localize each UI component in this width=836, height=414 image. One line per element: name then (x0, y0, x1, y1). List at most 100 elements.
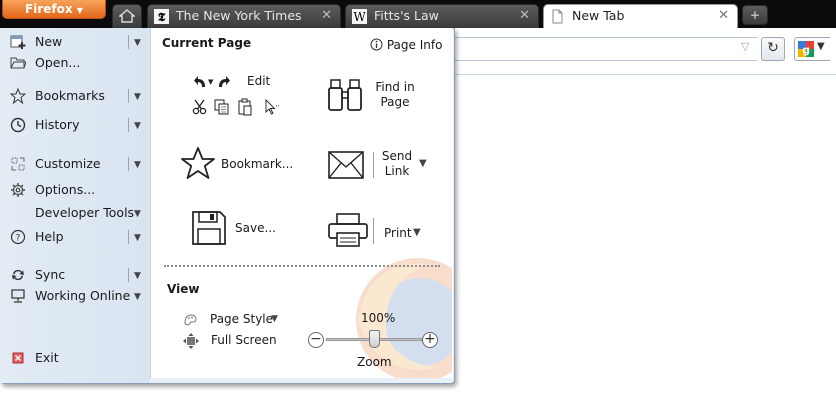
chevron-down-icon[interactable]: ▼ (134, 203, 141, 225)
select-all-cursor-icon[interactable] (265, 98, 280, 115)
zoom-slider-thumb[interactable] (368, 330, 380, 348)
tab-new-tab[interactable]: New Tab ✕ (543, 4, 738, 28)
menu-item-exit[interactable]: Exit (0, 347, 150, 369)
menu-item-developer-tools[interactable]: Developer Tools ▼ (0, 202, 150, 224)
tab-title: New Tab (572, 8, 625, 23)
send-link-dropdown-icon[interactable]: ▼ (419, 158, 427, 169)
chevron-down-icon[interactable]: ▼ (134, 154, 141, 176)
floppy-disk-icon (192, 211, 226, 245)
save-label: Save... (235, 221, 276, 235)
tab-new-york-times[interactable]: 𝕿 The New York Times ✕ (147, 4, 341, 28)
chevron-down-icon: ▼ (76, 6, 83, 15)
app-tab-home[interactable] (112, 4, 142, 28)
reload-icon: ↻ (767, 40, 779, 56)
chevron-down-icon[interactable]: ▼ (134, 227, 141, 249)
menu-item-new[interactable]: New ▼ (0, 31, 150, 53)
nyt-favicon-icon: 𝕿 (154, 9, 169, 24)
chevron-down-icon: ▼ (817, 41, 825, 52)
svg-text:𝕿: 𝕿 (158, 10, 166, 24)
bookmark-page-button[interactable]: Bookmark... (180, 146, 300, 182)
print-button[interactable]: Print ▼ (328, 213, 440, 249)
chevron-down-icon[interactable]: ▼ (271, 314, 278, 324)
printer-icon (328, 213, 368, 247)
find-in-page-label: Find in Page (375, 80, 415, 109)
full-screen-label: Full Screen (211, 333, 277, 347)
menu-item-label: Exit (35, 350, 59, 365)
tab-fitts-law[interactable]: W Fitts's Law ✕ (345, 4, 539, 28)
search-engine-selector[interactable]: g ▼ (794, 37, 830, 61)
redo-icon[interactable] (219, 76, 230, 87)
new-tab-button[interactable]: + (742, 5, 768, 25)
menu-item-label: Bookmarks (35, 88, 105, 103)
menu-item-label: New (35, 34, 63, 49)
print-label: Print (384, 226, 412, 240)
chevron-down-icon[interactable]: ▼ (134, 32, 141, 54)
history-clock-icon (10, 117, 26, 133)
undo-dropdown-icon[interactable]: ▼ (208, 78, 214, 86)
close-tab-icon[interactable]: ✕ (519, 5, 530, 27)
star-icon (181, 147, 215, 179)
menu-item-label: Help (35, 229, 64, 244)
send-link-label: Send Link (381, 149, 413, 178)
sync-icon (12, 269, 24, 281)
print-dropdown-icon[interactable]: ▼ (413, 227, 421, 238)
chevron-down-icon[interactable]: ▼ (134, 115, 141, 137)
new-window-icon (10, 35, 26, 49)
chevron-down-icon[interactable]: ▼ (134, 265, 141, 287)
zoom-label: Zoom (357, 355, 392, 369)
envelope-icon (328, 151, 364, 179)
close-tab-icon[interactable]: ✕ (718, 5, 729, 27)
section-title-current-page: Current Page (162, 36, 252, 50)
menu-item-label: Working Online (35, 288, 131, 303)
menu-item-bookmarks[interactable]: Bookmarks ▼ (0, 85, 150, 107)
edit-label: Edit (247, 74, 271, 88)
computer-icon (11, 289, 25, 303)
bookmark-label: Bookmark... (221, 157, 294, 171)
menu-item-working-online[interactable]: Working Online ▼ (0, 285, 150, 307)
firefox-menu-button[interactable]: Firefox ▼ (2, 0, 106, 19)
binoculars-icon (328, 79, 362, 111)
send-link-button[interactable]: Send Link ▼ (328, 148, 440, 184)
section-divider (164, 265, 440, 267)
menu-item-customize[interactable]: Customize ▼ (0, 153, 150, 175)
url-input[interactable] (452, 37, 757, 61)
tab-title: The New York Times (176, 8, 302, 23)
undo-icon[interactable] (194, 76, 205, 87)
customize-icon (11, 157, 25, 171)
svg-text:?: ? (16, 234, 21, 244)
exit-icon (12, 352, 24, 364)
chevron-down-icon[interactable]: ▼ (134, 286, 141, 308)
menu-item-label: Sync (35, 267, 66, 282)
cut-icon[interactable] (192, 99, 207, 115)
menu-item-sync[interactable]: Sync ▼ (0, 264, 150, 286)
menu-item-label: Developer Tools (35, 205, 135, 220)
page-style-button[interactable]: Page Style ▼ (183, 311, 293, 329)
close-tab-icon[interactable]: ✕ (321, 5, 332, 27)
svg-text:g: g (802, 44, 810, 57)
page-info-button[interactable]: Page Info (370, 38, 442, 52)
save-page-button[interactable]: Save... (192, 211, 292, 247)
full-screen-button[interactable]: Full Screen (183, 332, 283, 350)
page-style-icon (184, 314, 197, 326)
section-title-view: View (167, 282, 200, 296)
menu-item-history[interactable]: History ▼ (0, 114, 150, 136)
menu-item-help[interactable]: ? Help ▼ (0, 226, 150, 248)
find-in-page-button[interactable]: Find in Page (328, 78, 440, 118)
svg-text:W: W (353, 10, 366, 24)
zoom-in-button[interactable]: + (422, 332, 438, 348)
chevron-down-icon[interactable]: ▼ (134, 86, 141, 108)
menu-item-options[interactable]: Options... (0, 179, 150, 201)
clipboard-icons (192, 98, 280, 116)
blank-page-icon (552, 9, 563, 24)
home-icon (119, 9, 135, 23)
url-history-dropdown-icon[interactable]: ▽ (741, 40, 749, 53)
wikipedia-favicon-icon: W (352, 9, 367, 24)
paste-icon[interactable] (238, 98, 252, 116)
menu-item-label: Open... (35, 55, 81, 70)
copy-icon[interactable] (214, 99, 229, 115)
folder-icon (10, 57, 26, 69)
reload-button[interactable]: ↻ (761, 37, 785, 61)
zoom-out-button[interactable]: − (308, 332, 324, 348)
menu-item-open[interactable]: Open... (0, 52, 150, 74)
full-screen-icon (183, 333, 199, 349)
